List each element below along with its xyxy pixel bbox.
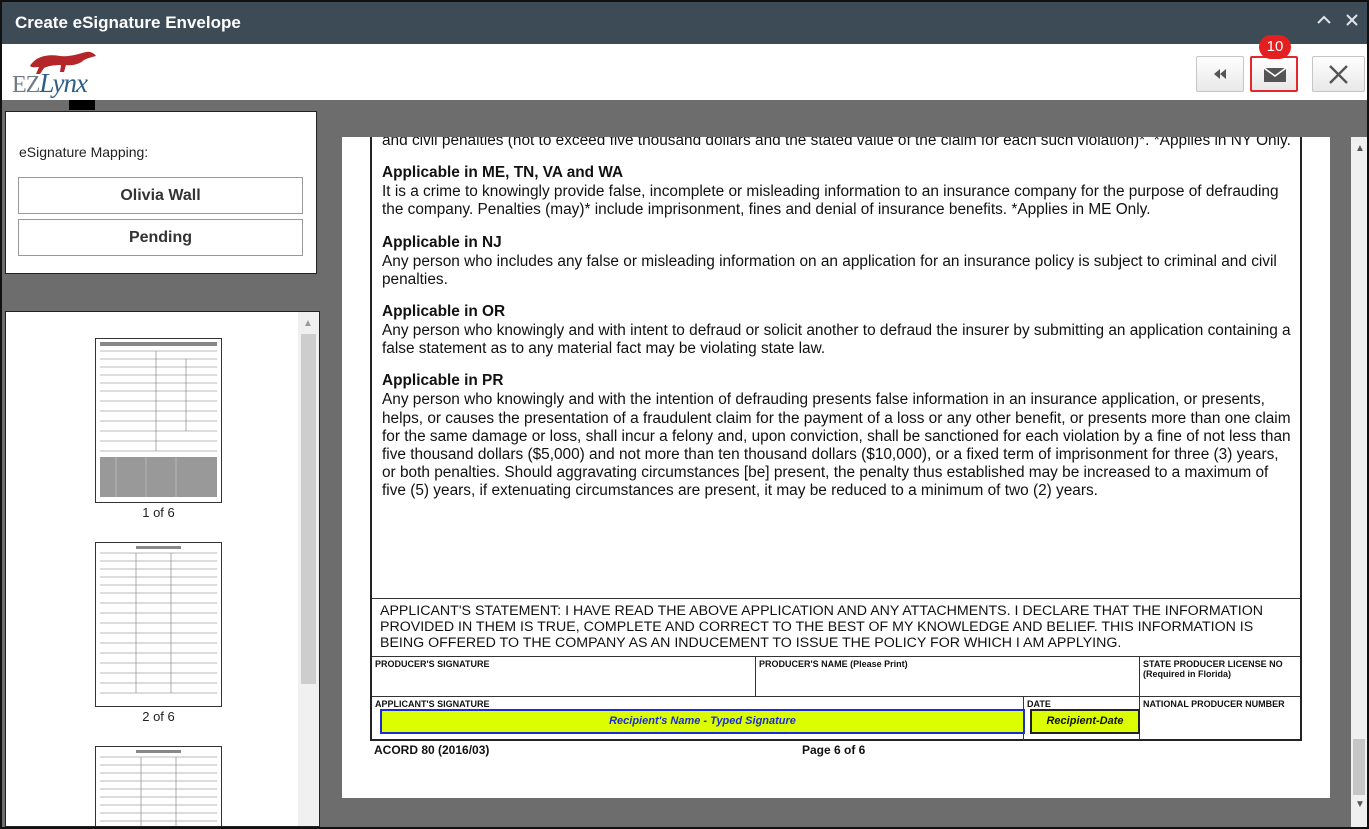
step-badge: 10 bbox=[1259, 35, 1291, 59]
page-thumbnail-1[interactable] bbox=[95, 338, 222, 503]
intro-text: and civil penalties (not to exceed five … bbox=[382, 137, 1291, 149]
signature-field[interactable]: Recipient's Name - Typed Signature bbox=[380, 709, 1025, 734]
date-field[interactable]: Recipient-Date bbox=[1030, 709, 1140, 734]
page-label: Page 6 of 6 bbox=[802, 743, 866, 757]
close-envelope-button[interactable] bbox=[1312, 56, 1365, 92]
document-scrollbar[interactable]: ▲ ▼ bbox=[1351, 137, 1367, 827]
license-number-label: STATE PRODUCER LICENSE NO (Required in F… bbox=[1140, 656, 1300, 696]
esignature-window: Create eSignature Envelope EZLynx 10 eSi… bbox=[0, 0, 1369, 829]
chevron-up-icon[interactable] bbox=[1314, 12, 1334, 32]
envelope-icon bbox=[1263, 67, 1287, 82]
document-body: and civil penalties (not to exceed five … bbox=[382, 137, 1292, 501]
status-button[interactable]: Pending bbox=[18, 219, 303, 256]
thumbnail-label-2: 2 of 6 bbox=[142, 709, 175, 724]
scroll-up-icon[interactable]: ▲ bbox=[1355, 143, 1365, 154]
document-viewer: and civil penalties (not to exceed five … bbox=[342, 137, 1330, 798]
toolbar: EZLynx bbox=[2, 44, 1367, 100]
page-thumbnail-panel: 1 of 6 2 of 6 ▲ bbox=[5, 311, 320, 827]
page-thumbnail-3[interactable] bbox=[95, 746, 222, 826]
section-body: It is a crime to knowingly provide false… bbox=[382, 183, 1279, 219]
thumbnail-scroll-thumb[interactable] bbox=[301, 334, 316, 684]
tab-notch bbox=[69, 100, 95, 110]
logo-prefix: EZ bbox=[12, 72, 40, 98]
rewind-icon bbox=[1214, 69, 1226, 79]
document-scroll-thumb[interactable] bbox=[1353, 739, 1365, 795]
page-thumbnail-2[interactable] bbox=[95, 542, 222, 707]
esignature-mapping-panel: eSignature Mapping: Olivia Wall Pending bbox=[5, 111, 317, 274]
section-body: Any person who knowingly and with intent… bbox=[382, 322, 1291, 358]
applicant-statement: APPLICANT'S STATEMENT: I HAVE READ THE A… bbox=[372, 598, 1300, 652]
ezlynx-logo: EZLynx bbox=[12, 50, 102, 98]
logo-text: Lynx bbox=[39, 68, 88, 98]
recipient-button[interactable]: Olivia Wall bbox=[18, 177, 303, 214]
section-body: Any person who knowingly and with the in… bbox=[382, 391, 1291, 500]
thumbnail-label-1: 1 of 6 bbox=[142, 505, 175, 520]
section-heading: Applicable in ME, TN, VA and WA bbox=[382, 164, 624, 182]
producer-name-label: PRODUCER'S NAME (Please Print) bbox=[756, 656, 1140, 696]
section-heading: Applicable in PR bbox=[382, 372, 504, 390]
form-id: ACORD 80 (2016/03) bbox=[374, 743, 490, 757]
window-titlebar: Create eSignature Envelope bbox=[2, 2, 1367, 44]
close-icon[interactable] bbox=[1342, 12, 1362, 32]
section-body: Any person who includes any false or mis… bbox=[382, 252, 1277, 288]
scroll-up-icon[interactable]: ▲ bbox=[303, 318, 313, 329]
producer-signature-label: PRODUCER'S SIGNATURE bbox=[372, 656, 756, 696]
thumbnail-scrollbar[interactable]: ▲ bbox=[298, 312, 319, 826]
send-envelope-button[interactable] bbox=[1250, 56, 1298, 92]
scroll-down-icon[interactable]: ▼ bbox=[1355, 799, 1365, 810]
national-producer-label: NATIONAL PRODUCER NUMBER bbox=[1140, 696, 1300, 741]
section-heading: Applicable in OR bbox=[382, 303, 506, 321]
mapping-title: eSignature Mapping: bbox=[19, 144, 149, 160]
close-icon bbox=[1329, 65, 1348, 84]
window-title: Create eSignature Envelope bbox=[15, 13, 241, 32]
section-heading: Applicable in NJ bbox=[382, 233, 502, 251]
rewind-button[interactable] bbox=[1196, 56, 1244, 92]
document-page: and civil penalties (not to exceed five … bbox=[370, 137, 1302, 741]
